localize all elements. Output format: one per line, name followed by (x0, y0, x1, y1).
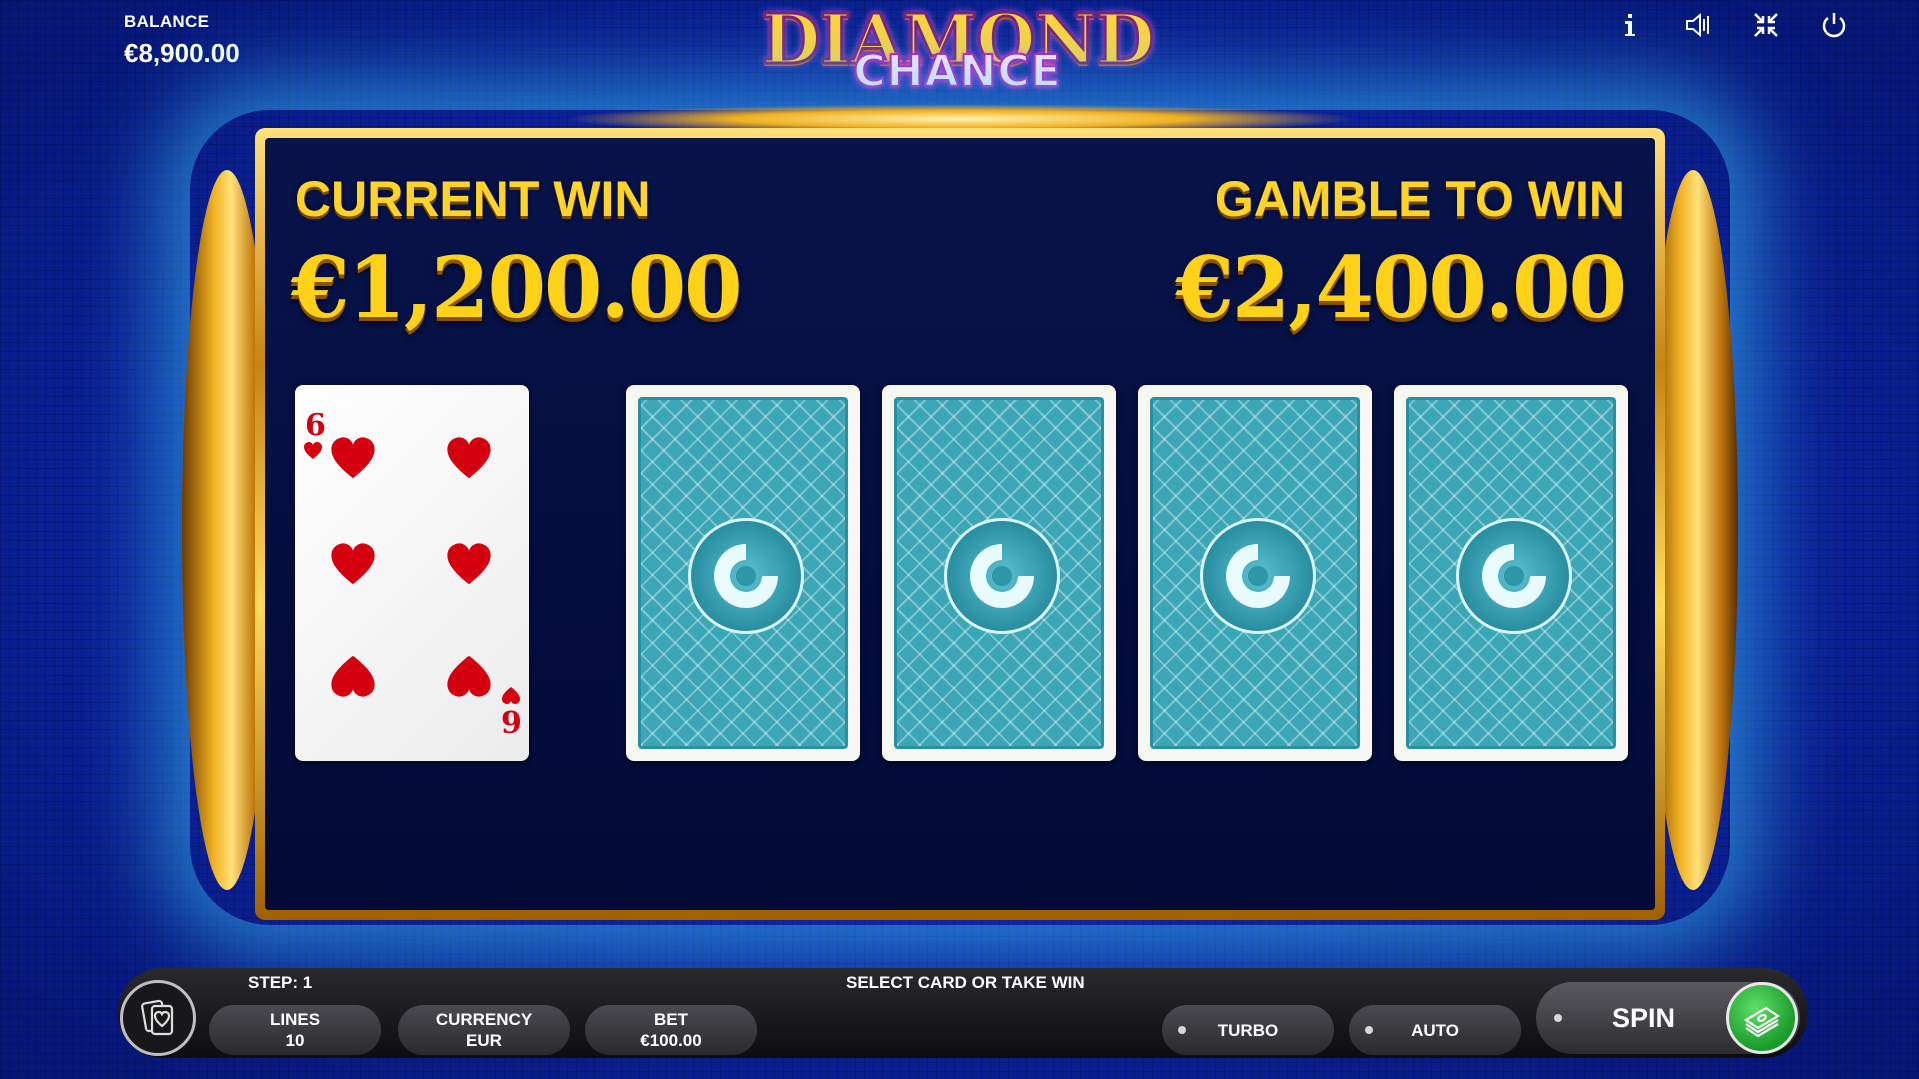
lines-label: LINES (269, 1010, 321, 1029)
take-win-button[interactable] (1726, 982, 1798, 1054)
card-back-emblem-icon (688, 518, 804, 634)
card-back-emblem-icon (944, 518, 1060, 634)
current-win-amount: €1,200.00 (291, 238, 743, 337)
auto-indicator (1365, 1026, 1373, 1034)
current-win-label: CURRENT WIN (295, 171, 651, 227)
card-rank-bottom: 6 (501, 703, 522, 738)
spin-indicator (1554, 1014, 1562, 1022)
heart-icon (501, 685, 521, 705)
lines-selector[interactable]: LINES 10 (209, 1005, 381, 1055)
heart-icon (329, 541, 377, 589)
bet-label: BET (654, 1010, 688, 1029)
currency-selector[interactable]: CURRENCY EUR (398, 1005, 570, 1055)
heart-icon (445, 541, 493, 589)
gamble-to-win-label: GAMBLE TO WIN (1214, 171, 1625, 227)
power-icon[interactable] (1819, 10, 1849, 40)
turbo-indicator (1178, 1026, 1186, 1034)
hidden-card-4[interactable] (1394, 385, 1628, 761)
heart-icon (303, 441, 323, 461)
card-rank-top: 6 (305, 408, 326, 443)
bet-value: €100.00 (640, 1031, 702, 1050)
currency-value: EUR (466, 1031, 502, 1050)
auto-label: AUTO (1411, 1020, 1459, 1040)
balance-display: BALANCE €8,900.00 (124, 12, 240, 69)
gamble-frame: CURRENT WIN €1,200.00 GAMBLE TO WIN €2,4… (255, 128, 1665, 920)
heart-icon (329, 651, 377, 699)
turbo-toggle[interactable]: TURBO (1162, 1005, 1334, 1055)
spin-label: SPIN (1612, 1003, 1676, 1033)
game-logo: DIAMOND CHANCE (760, 0, 1156, 98)
cards-heart-icon (141, 999, 174, 1036)
gamble-cards-button[interactable] (120, 980, 196, 1056)
auto-toggle[interactable]: AUTO (1349, 1005, 1521, 1055)
bet-selector[interactable]: BET €100.00 (585, 1005, 757, 1055)
top-toolbar (1615, 10, 1849, 40)
turbo-label: TURBO (1217, 1020, 1279, 1040)
card-back-emblem-icon (1456, 518, 1572, 634)
balance-label: BALANCE (124, 12, 210, 31)
info-icon[interactable] (1615, 10, 1645, 40)
heart-icon (329, 435, 377, 483)
gamble-to-win-amount: €2,400.00 (1175, 238, 1627, 337)
status-message: SELECT CARD OR TAKE WIN (846, 973, 1085, 992)
hidden-card-1[interactable] (626, 385, 860, 761)
sound-icon[interactable] (1683, 10, 1713, 40)
money-stack-icon (1743, 1006, 1781, 1038)
lines-value: 10 (285, 1031, 305, 1050)
hidden-card-2[interactable] (882, 385, 1116, 761)
balance-value: €8,900.00 (124, 38, 240, 68)
logo-line-2: CHANCE (852, 45, 1062, 98)
heart-icon (445, 651, 493, 699)
fullscreen-exit-icon[interactable] (1751, 10, 1781, 40)
card-back-emblem-icon (1200, 518, 1316, 634)
currency-label: CURRENCY (435, 1010, 533, 1029)
gamble-panel: CURRENT WIN €1,200.00 GAMBLE TO WIN €2,4… (265, 138, 1655, 910)
dealer-card: 6 6 (295, 385, 529, 761)
hidden-card-3[interactable] (1138, 385, 1372, 761)
step-indicator: STEP: 1 (248, 973, 313, 992)
heart-icon (445, 435, 493, 483)
